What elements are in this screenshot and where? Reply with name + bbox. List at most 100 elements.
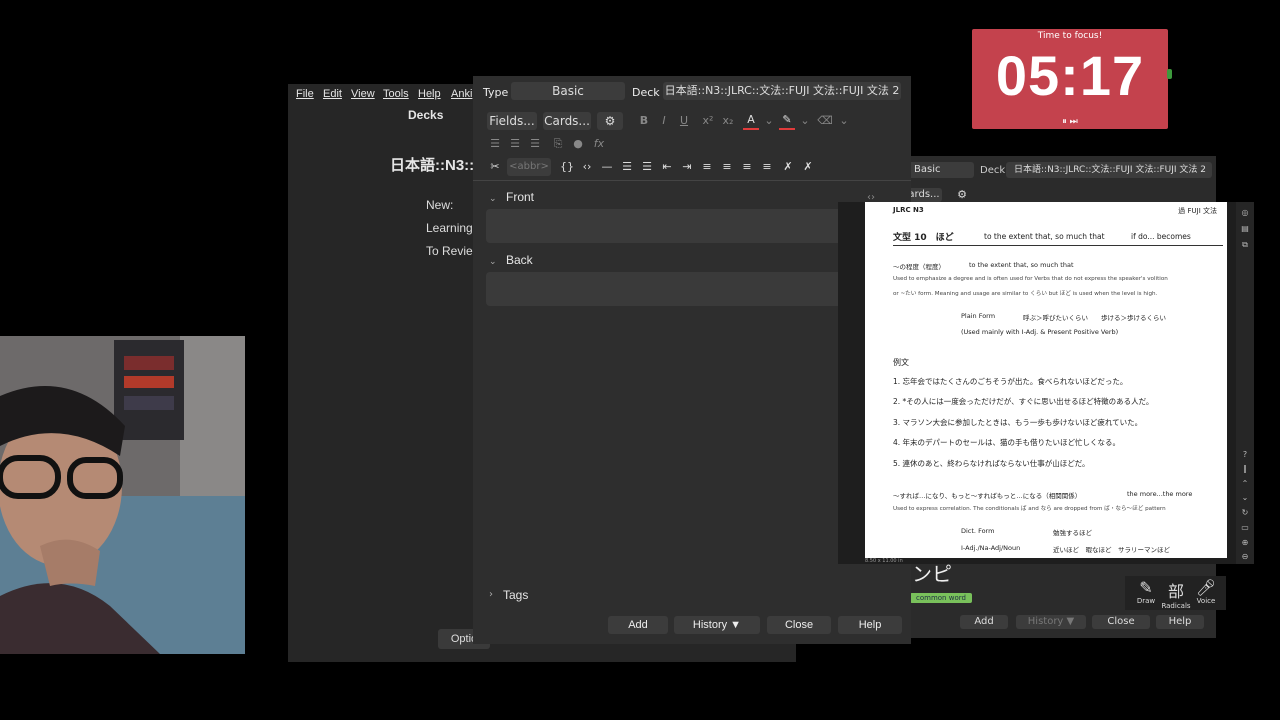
menu-help[interactable]: Help [418,88,441,100]
settings-icon[interactable]: ◎ [1239,208,1251,217]
menu-anki[interactable]: Anki [451,88,472,100]
bullet-list-icon[interactable]: ☰ [487,136,503,152]
align-left-icon[interactable]: ≡ [719,159,735,175]
align-right-icon[interactable]: ≡ [739,159,755,175]
pdf-sub1-en: to the extent that, so much that [969,261,1074,269]
chevron-down-icon[interactable]: ⌄ [761,113,777,129]
abbr-button[interactable]: <abbr> [507,158,551,176]
chevron-down-icon[interactable]: ⌄ [836,113,852,129]
subscript-icon[interactable]: x₂ [720,113,736,129]
pdf-para1a: Used to emphasize a degree and is often … [893,276,1168,282]
note-type-select-2[interactable]: Basic [906,162,974,178]
pdf-page[interactable]: JLRC N3 過 FUJI 文法 文型 10 ほど to the extent… [865,202,1227,558]
fields-button[interactable]: Fields... [487,112,537,130]
pause-icon[interactable]: ‖ [1239,464,1251,473]
deck-label: Deck [632,86,660,99]
deck-select-2[interactable]: 日本語::N3::JLRC::文法::FUJI 文法::FUJI 文法 2 [1006,162,1212,178]
back-field[interactable] [486,272,846,306]
note-type-select[interactable]: Basic [511,82,625,100]
timer-handle[interactable] [1167,69,1172,79]
code-icon[interactable]: ‹› [579,159,595,175]
pdf-sub1: 〜の程度（程度） [893,263,945,271]
close-button-2[interactable]: Close [1092,615,1150,629]
format-icon[interactable]: ✂ [487,159,503,175]
numbered-list-icon[interactable]: ☰ [507,136,523,152]
history-button[interactable]: History ▼ [674,616,760,634]
pdf-example-4: 4. 年末のデパートのセールは、猫の手も借りたいほど忙しくなる。 [893,438,1121,447]
document-icon[interactable]: ▭ [1239,523,1251,532]
webcam-image [0,336,245,654]
eraser-icon[interactable]: ⌫ [817,113,833,129]
pdf-rule [893,245,1223,246]
add-button[interactable]: Add [608,616,668,634]
front-field[interactable] [486,209,846,243]
chevron-right-icon[interactable]: › [489,589,493,600]
braces-icon[interactable]: {} [559,159,575,175]
text-color-icon[interactable]: A [743,112,759,130]
menu-view[interactable]: View [351,88,375,100]
clear-format-icon[interactable]: ✗ [780,159,796,175]
handwriting-toolbar: ✎ Draw 部 Radicals 🎤︎ Voice [1125,576,1226,610]
align-icon[interactable]: ☰ [527,136,543,152]
bookmark-icon[interactable]: ▤ [1239,224,1251,233]
outdent-icon[interactable]: ⇤ [659,159,675,175]
indent-icon[interactable]: ⇥ [679,159,695,175]
tags-label[interactable]: Tags [503,588,528,602]
menu-file[interactable]: File [296,88,314,100]
attach-icon[interactable]: ⎘ [550,136,566,152]
divider [473,180,911,181]
timer-controls[interactable]: ⏸ ⏭ [972,117,1168,127]
zoom-out-icon[interactable]: ⊖ [1239,552,1251,561]
pdf-side-toolbar: ◎ ▤ ⧉ ? ‖ ⌃ ⌄ ↻ ▭ ⊕ ⊖ [1236,202,1254,564]
pdf-heading: 文型 10 ほど [893,233,954,243]
superscript-icon[interactable]: x² [700,113,716,129]
chevron-up-icon[interactable]: ⌃ [1239,479,1251,488]
radicals-tool[interactable]: 部 Radicals [1161,578,1191,610]
help-button-2[interactable]: Help [1156,615,1204,629]
voice-tool[interactable]: 🎤︎ Voice [1191,578,1221,605]
help-button[interactable]: Help [838,616,902,634]
draw-tool[interactable]: ✎ Draw [1131,578,1161,605]
bullet-list-icon[interactable]: ☰ [619,159,635,175]
add-button-2[interactable]: Add [960,615,1008,629]
pdf-dict-label: Dict. Form [961,527,995,535]
align-center-icon[interactable]: ≡ [699,159,715,175]
italic-icon[interactable]: I [656,113,672,129]
help-icon[interactable]: ? [1239,450,1251,459]
close-button[interactable]: Close [767,616,831,634]
bold-icon[interactable]: B [636,113,652,129]
pdf-sub2-en: the more...the more [1127,490,1193,498]
pdf-plain-label: Plain Form [961,312,996,320]
voice-label: Voice [1196,597,1216,605]
pdf-heading-en1: to the extent that, so much that [984,232,1105,241]
gear-icon[interactable]: ⚙ [954,187,970,203]
pdf-plain-note: (Used mainly with I-Adj. & Present Posit… [961,328,1119,336]
menu-edit[interactable]: Edit [323,88,342,100]
underline-icon[interactable]: U [676,113,692,129]
cards-button[interactable]: Cards... [543,112,591,130]
microphone-icon[interactable]: ● [570,136,586,152]
clear-icon[interactable]: ✗ [800,159,816,175]
pdf-plain-example: 呼ぶ＞呼びたいくらい 歩ける＞歩けるくらい [1023,314,1166,322]
history-button-2[interactable]: History ▼ [1016,615,1086,629]
zoom-in-icon[interactable]: ⊕ [1239,538,1251,547]
hr-icon[interactable]: — [599,159,615,175]
tag-chip[interactable]: common word [910,593,972,603]
gear-icon[interactable]: ⚙ [597,112,623,130]
highlight-icon[interactable]: ✎ [779,112,795,130]
deck-select[interactable]: 日本語::N3::JLRC::文法::FUJI 文法::FUJI 文法 2 [663,82,901,100]
justify-icon[interactable]: ≡ [759,159,775,175]
chevron-down-icon[interactable]: ⌄ [1239,493,1251,502]
function-icon[interactable]: fx [591,136,607,152]
cards-button-2[interactable]: ards... [906,188,942,202]
copy-icon[interactable]: ⧉ [1239,240,1251,250]
chevron-down-icon[interactable]: ⌄ [489,194,497,204]
refresh-icon[interactable]: ↻ [1239,508,1251,517]
numbered-list-icon[interactable]: ☰ [639,159,655,175]
pdf-para2: Used to express correlation. The conditi… [893,506,1166,512]
menu-tools[interactable]: Tools [383,88,409,100]
pdf-example-5: 5. 連休のあと、終わらなければならない仕事が山ほどだ。 [893,459,1090,468]
chevron-down-icon[interactable]: ⌄ [797,113,813,129]
chevron-down-icon[interactable]: ⌄ [489,257,497,267]
front-field-label: Front [506,190,535,204]
